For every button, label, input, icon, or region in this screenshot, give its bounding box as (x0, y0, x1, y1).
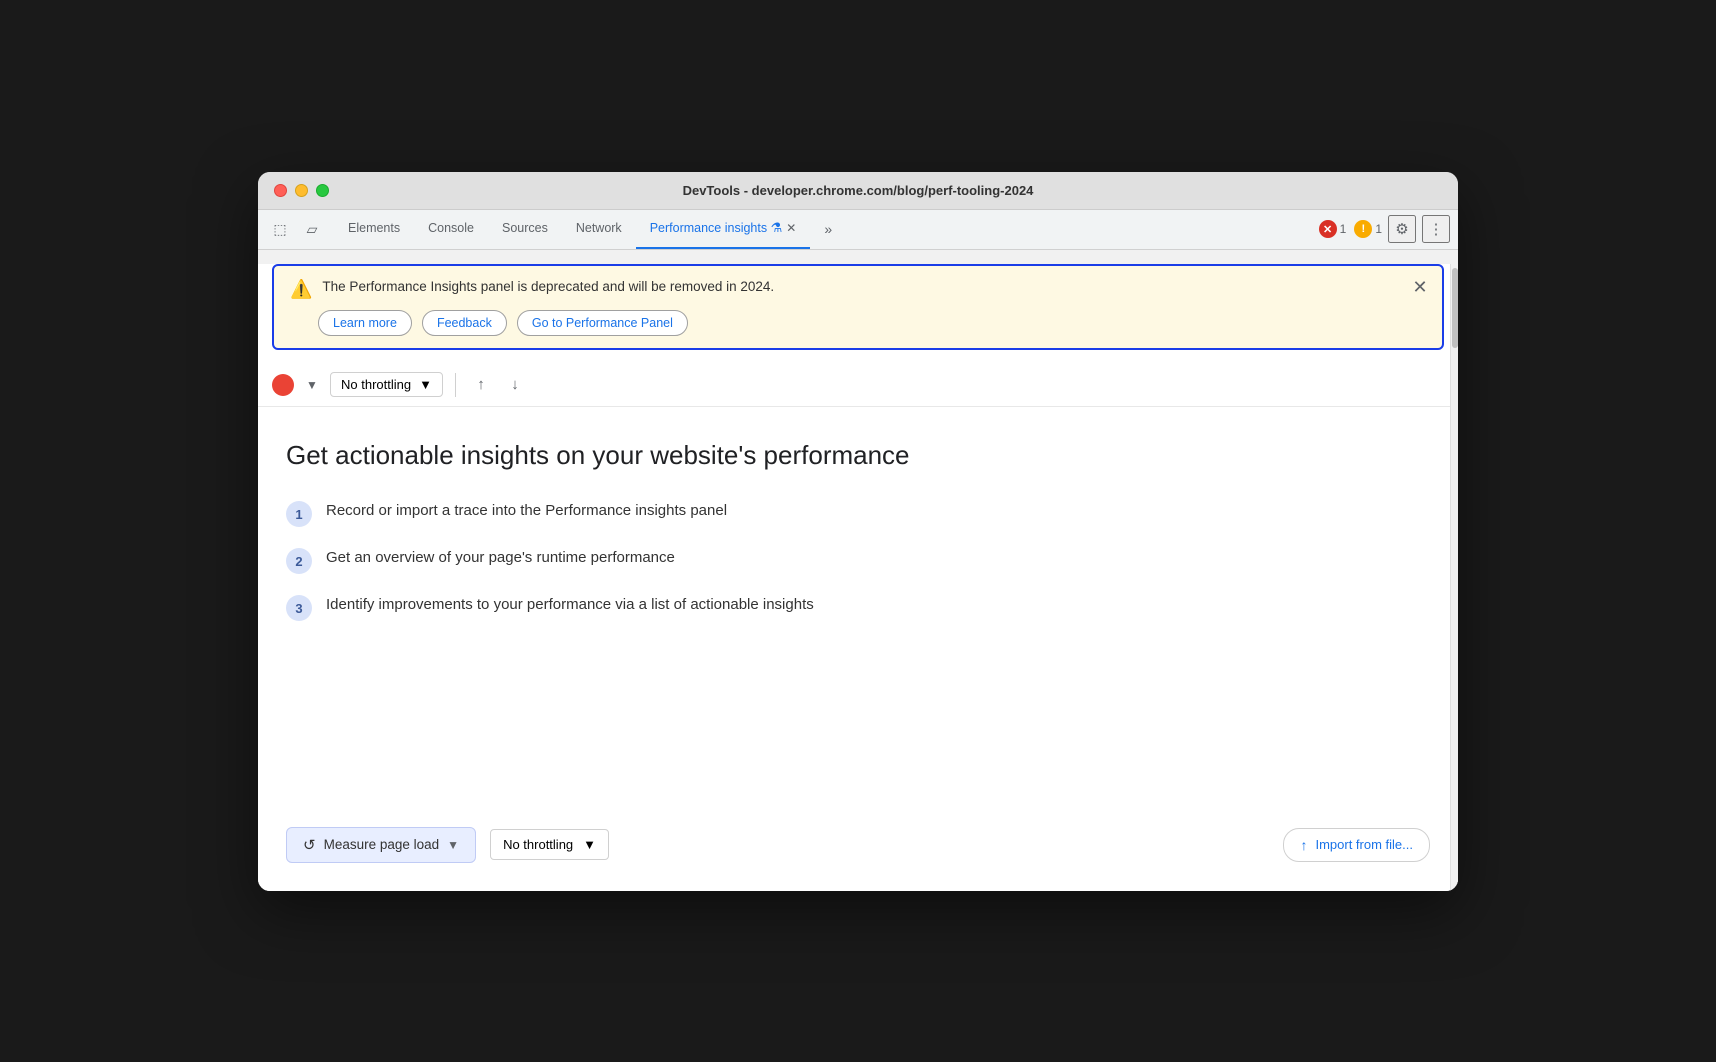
step-text-1: Record or import a trace into the Perfor… (326, 500, 727, 523)
step-number-1: 1 (286, 501, 312, 527)
tab-network[interactable]: Network (562, 209, 636, 249)
devtools-panel: ⬚ ▱ Elements Console Sources Network Per… (258, 210, 1458, 891)
tab-elements[interactable]: Elements (334, 209, 414, 249)
import-label: Import from file... (1315, 837, 1413, 852)
record-button[interactable] (272, 374, 294, 396)
banner-buttons: Learn more Feedback Go to Performance Pa… (318, 310, 1426, 336)
learn-more-button[interactable]: Learn more (318, 310, 412, 336)
download-icon[interactable]: ↓ (502, 372, 528, 398)
step-2: 2 Get an overview of your page's runtime… (286, 547, 1430, 574)
main-content: ⚠️ The Performance Insights panel is dep… (258, 264, 1458, 891)
devtools-window: DevTools - developer.chrome.com/blog/per… (258, 172, 1458, 891)
minimize-button[interactable] (295, 184, 308, 197)
traffic-lights (274, 184, 329, 197)
banner-inner: ⚠️ The Performance Insights panel is dep… (290, 278, 1426, 336)
step-text-2: Get an overview of your page's runtime p… (326, 547, 675, 570)
tab-performance-insights[interactable]: Performance insights ⚗ ✕ (636, 209, 811, 249)
measure-label: Measure page load (324, 837, 440, 852)
import-from-file-button[interactable]: ↑ Import from file... (1283, 828, 1430, 862)
more-options-icon[interactable]: ⋮ (1422, 215, 1450, 243)
content-area: Get actionable insights on your website'… (258, 407, 1458, 827)
upload-icon[interactable]: ↑ (468, 372, 494, 398)
action-throttle-select[interactable]: No throttling ▼ (490, 829, 609, 860)
tab-right-controls: ✕ 1 ! 1 ⚙ ⋮ (1319, 215, 1450, 243)
warning-icon: ⚠️ (290, 279, 312, 300)
more-tabs-icon[interactable]: » (814, 215, 842, 243)
toolbar-row: ▼ No throttling ▼ ↑ ↓ (258, 364, 1458, 407)
feedback-button[interactable]: Feedback (422, 310, 507, 336)
error-badge: ✕ 1 (1319, 220, 1347, 238)
device-toolbar-icon[interactable]: ▱ (298, 215, 326, 243)
step-number-2: 2 (286, 548, 312, 574)
maximize-button[interactable] (316, 184, 329, 197)
throttle-select[interactable]: No throttling ▼ (330, 372, 443, 397)
step-text-3: Identify improvements to your performanc… (326, 594, 814, 617)
step-3: 3 Identify improvements to your performa… (286, 594, 1430, 621)
tab-sources[interactable]: Sources (488, 209, 562, 249)
tabs-bar: ⬚ ▱ Elements Console Sources Network Per… (258, 210, 1458, 250)
window-title: DevTools - developer.chrome.com/blog/per… (683, 183, 1034, 198)
action-throttle-label: No throttling (503, 837, 573, 852)
devtools-content: ⚠️ The Performance Insights panel is dep… (258, 264, 1458, 891)
tab-console[interactable]: Console (414, 209, 488, 249)
go-to-panel-button[interactable]: Go to Performance Panel (517, 310, 688, 336)
settings-icon[interactable]: ⚙ (1388, 215, 1416, 243)
import-icon: ↑ (1300, 837, 1307, 853)
action-bar: ↺ Measure page load ▼ No throttling ▼ ↑ … (258, 827, 1458, 891)
measure-page-load-button[interactable]: ↺ Measure page load ▼ (286, 827, 476, 863)
step-number-3: 3 (286, 595, 312, 621)
banner-close-button[interactable]: ✕ (1408, 276, 1432, 300)
measure-reload-icon: ↺ (303, 836, 316, 854)
close-button[interactable] (274, 184, 287, 197)
inspect-element-icon[interactable]: ⬚ (266, 215, 294, 243)
throttle-dropdown-icon: ▼ (419, 377, 432, 392)
record-dropdown-icon[interactable]: ▼ (302, 375, 322, 395)
deprecation-banner: ⚠️ The Performance Insights panel is dep… (272, 264, 1444, 350)
scrollbar-thumb[interactable] (1452, 268, 1458, 348)
banner-message: The Performance Insights panel is deprec… (322, 278, 774, 297)
step-1: 1 Record or import a trace into the Perf… (286, 500, 1430, 527)
measure-dropdown-icon: ▼ (447, 838, 459, 852)
main-heading: Get actionable insights on your website'… (286, 439, 1430, 473)
scrollbar[interactable] (1450, 264, 1458, 891)
throttle-label: No throttling (341, 377, 411, 392)
action-throttle-dropdown-icon: ▼ (583, 837, 596, 852)
title-bar: DevTools - developer.chrome.com/blog/per… (258, 172, 1458, 210)
error-icon: ✕ (1319, 220, 1337, 238)
tab-icons: ⬚ ▱ (266, 215, 326, 243)
warn-badge: ! 1 (1354, 220, 1382, 238)
toolbar-separator (455, 373, 456, 397)
steps-list: 1 Record or import a trace into the Perf… (286, 500, 1430, 621)
close-tab-icon[interactable]: ✕ (786, 221, 796, 235)
banner-text-row: ⚠️ The Performance Insights panel is dep… (290, 278, 1426, 300)
warn-icon: ! (1354, 220, 1372, 238)
